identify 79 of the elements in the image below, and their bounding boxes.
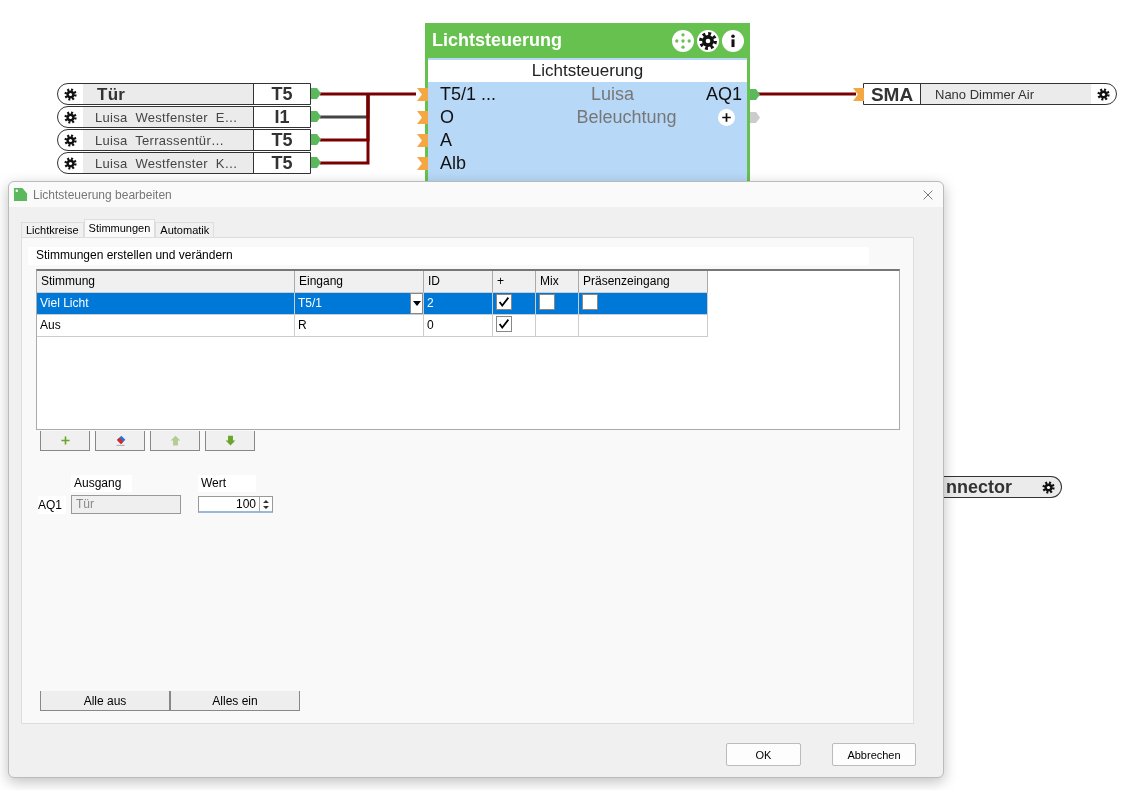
settings-icon[interactable] <box>697 29 719 52</box>
table-cell[interactable]: R <box>295 315 424 337</box>
column-label: Ausgang <box>71 475 132 492</box>
tab[interactable]: Lichtkreise <box>21 222 84 237</box>
checkmark-icon <box>497 295 511 309</box>
toolbar-button[interactable] <box>40 431 90 451</box>
section-label: Stimmungen erstellen und verändern <box>28 247 869 265</box>
output-name: Nano Dimmer Air <box>921 84 1091 104</box>
input-name: Luisa Westfenster K… <box>83 153 253 173</box>
table-cell[interactable]: Aus <box>37 315 295 337</box>
input-node[interactable]: Luisa Westfenster E… I1 <box>57 106 311 128</box>
settings-icon[interactable] <box>1096 86 1111 102</box>
column-header[interactable]: Präsenzeingang <box>579 271 708 293</box>
number-spinner[interactable]: 100 <box>198 496 273 513</box>
plus-icon[interactable] <box>718 109 735 126</box>
toolbar-button[interactable] <box>205 431 255 451</box>
checkbox[interactable] <box>496 294 512 310</box>
bulk-button[interactable]: Alle aus <box>40 691 170 711</box>
input-marker <box>417 88 428 101</box>
connector-node[interactable]: nnector <box>944 476 1062 498</box>
block-label: Beleuchtung <box>575 107 678 128</box>
output-label: AQ1 <box>704 84 743 105</box>
input-label: Alb <box>439 153 467 174</box>
input-node[interactable]: Tür T5 <box>57 83 311 105</box>
eraser-icon <box>113 434 127 447</box>
column-header[interactable]: Stimmung <box>37 271 295 293</box>
settings-icon[interactable] <box>63 86 78 102</box>
window-title: Lichtsteuerung bearbeiten <box>33 187 173 202</box>
port-label: T5 <box>253 84 310 104</box>
output-field: Tür <box>71 495 181 514</box>
toolbar-button[interactable] <box>95 431 145 451</box>
dialog-button[interactable]: Abbrechen <box>832 743 916 766</box>
settings-icon[interactable] <box>1041 479 1056 495</box>
connector-name: nnector <box>945 477 1013 497</box>
tab[interactable]: Automatik <box>155 222 215 237</box>
settings-icon[interactable] <box>63 109 78 125</box>
table-cell[interactable]: Viel Licht <box>37 293 295 315</box>
table-cell[interactable]: 0 <box>424 315 493 337</box>
input-node[interactable]: Luisa Westfenster K… T5 <box>57 152 311 174</box>
output-node[interactable]: SMA Nano Dimmer Air <box>863 83 1117 105</box>
input-name: Tür <box>83 84 253 104</box>
info-icon[interactable] <box>722 29 744 52</box>
tab[interactable]: Stimmungen <box>83 219 156 237</box>
arrow-up-icon <box>168 434 182 447</box>
input-name: Luisa Terrassentür… <box>83 130 253 150</box>
column-header[interactable]: Mix <box>536 271 579 293</box>
port-label: T5 <box>253 130 310 150</box>
port-label: I1 <box>253 107 310 127</box>
input-label: T5/1 ... <box>439 84 498 105</box>
column-label: Wert <box>198 475 256 492</box>
input-marker <box>417 157 428 170</box>
input-node[interactable]: Luisa Terrassentür… T5 <box>57 129 311 151</box>
input-marker <box>853 88 864 101</box>
input-label: O <box>439 107 455 128</box>
column-header[interactable]: + <box>493 271 536 293</box>
checkmark-icon <box>497 317 511 331</box>
input-marker <box>417 111 428 124</box>
input-name: Luisa Westfenster E… <box>83 107 253 127</box>
port-label: T5 <box>253 153 310 173</box>
settings-icon[interactable] <box>63 132 78 148</box>
output-name: AQ1 <box>38 495 66 514</box>
input-marker <box>417 134 428 147</box>
spinner-arrows-icon[interactable] <box>259 497 272 512</box>
add-icon <box>58 434 72 447</box>
checkbox[interactable] <box>539 294 555 310</box>
bulk-button[interactable]: Alles ein <box>170 691 300 711</box>
app-icon <box>13 187 28 202</box>
block-label: Luisa <box>590 84 635 105</box>
input-label: A <box>439 130 453 151</box>
checkbox[interactable] <box>496 316 512 332</box>
block-subtitle: Lichtsteuerung <box>428 60 747 82</box>
block-title: Lichtsteuerung <box>432 30 563 51</box>
dropdown-arrow-button[interactable] <box>410 293 423 314</box>
column-header[interactable]: Eingang <box>295 271 424 293</box>
checkbox[interactable] <box>582 294 598 310</box>
table-cell[interactable]: 2 <box>424 293 493 315</box>
dialog-button[interactable]: OK <box>726 743 801 766</box>
column-header[interactable]: ID <box>424 271 493 293</box>
settings-icon[interactable] <box>63 155 78 171</box>
